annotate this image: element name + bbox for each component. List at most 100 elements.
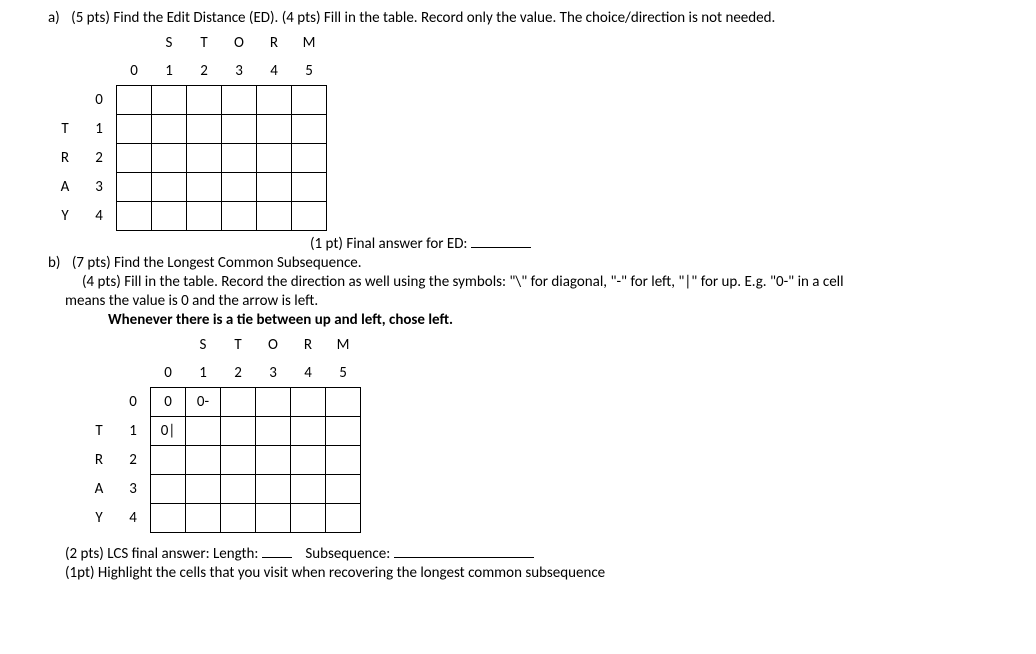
lcs-cell[interactable] xyxy=(326,388,361,417)
lcs-cell[interactable] xyxy=(221,446,256,475)
lcs-cell[interactable]: 0- xyxy=(186,388,221,417)
ed-cell[interactable] xyxy=(117,86,152,115)
lcs-cell[interactable] xyxy=(326,475,361,504)
lcs-col-num: 4 xyxy=(291,359,326,388)
ed-cell[interactable] xyxy=(187,202,222,231)
lcs-col-num: 1 xyxy=(186,359,221,388)
lcs-cell[interactable] xyxy=(151,475,186,504)
ed-cell[interactable] xyxy=(187,173,222,202)
ed-cell[interactable] xyxy=(222,86,257,115)
lcs-row-num: 3 xyxy=(116,475,151,504)
lcs-col-num: 3 xyxy=(256,359,291,388)
lcs-cell[interactable] xyxy=(291,446,326,475)
lcs-cell[interactable] xyxy=(291,388,326,417)
ed-col-num: 4 xyxy=(257,57,292,86)
ed-col-num: 1 xyxy=(152,57,187,86)
lcs-length-blank[interactable] xyxy=(262,542,292,558)
lcs-cell[interactable] xyxy=(186,446,221,475)
ed-cell[interactable] xyxy=(117,173,152,202)
ed-cell[interactable] xyxy=(257,86,292,115)
ed-cell[interactable] xyxy=(292,115,327,144)
lcs-cell[interactable] xyxy=(256,475,291,504)
ed-col-letter: O xyxy=(222,29,257,57)
lcs-cell[interactable] xyxy=(151,504,186,533)
ed-cell[interactable] xyxy=(292,173,327,202)
ed-cell[interactable] xyxy=(117,115,152,144)
ed-cell[interactable] xyxy=(222,202,257,231)
lcs-row-letter: T xyxy=(82,417,116,446)
ed-cell[interactable] xyxy=(292,144,327,173)
ed-row-num: 1 xyxy=(82,115,117,144)
lcs-cell[interactable] xyxy=(151,446,186,475)
ed-cell[interactable] xyxy=(117,202,152,231)
ed-cell[interactable] xyxy=(152,144,187,173)
lcs-subseq-blank[interactable] xyxy=(394,542,534,558)
ed-cell[interactable] xyxy=(292,202,327,231)
ed-row-letter: Y xyxy=(48,202,82,231)
lcs-table: S T O R M 0 1 2 3 4 5 0 0 0- T xyxy=(82,331,361,533)
lcs-cell[interactable] xyxy=(221,504,256,533)
ed-cell[interactable] xyxy=(152,173,187,202)
lcs-col-num: 0 xyxy=(151,359,186,388)
lcs-cell[interactable] xyxy=(186,417,221,446)
ed-cell[interactable] xyxy=(187,144,222,173)
ed-col-num: 2 xyxy=(187,57,222,86)
lcs-col-num: 2 xyxy=(221,359,256,388)
lcs-cell[interactable] xyxy=(186,475,221,504)
part-a-prompt: (5 pts) Find the Edit Distance (ED). (4 … xyxy=(63,9,775,27)
ed-row-letter: A xyxy=(48,173,82,202)
ed-cell[interactable] xyxy=(187,115,222,144)
lcs-cell[interactable] xyxy=(186,504,221,533)
lcs-col-letter: S xyxy=(186,331,221,359)
lcs-cell[interactable] xyxy=(326,417,361,446)
ed-cell[interactable] xyxy=(187,86,222,115)
lcs-cell[interactable] xyxy=(221,388,256,417)
lcs-cell[interactable] xyxy=(326,446,361,475)
ed-cell[interactable] xyxy=(152,202,187,231)
lcs-col-letter: R xyxy=(291,331,326,359)
lcs-cell[interactable] xyxy=(256,417,291,446)
lcs-row-num: 2 xyxy=(116,446,151,475)
part-b-line2b: means the value is 0 and the arrow is le… xyxy=(65,292,318,310)
part-b-line2a: (4 pts) Fill in the table. Record the di… xyxy=(82,273,844,291)
ed-cell[interactable] xyxy=(152,115,187,144)
ed-cell[interactable] xyxy=(222,173,257,202)
lcs-cell[interactable] xyxy=(291,417,326,446)
ed-row-letter: R xyxy=(48,144,82,173)
ed-cell[interactable] xyxy=(222,115,257,144)
lcs-cell[interactable] xyxy=(291,475,326,504)
lcs-col-letter: M xyxy=(326,331,361,359)
lcs-highlight-text: (1pt) Highlight the cells that you visit… xyxy=(65,564,605,582)
ed-row-num: 2 xyxy=(82,144,117,173)
ed-col-letter: S xyxy=(152,29,187,57)
ed-cell[interactable] xyxy=(292,86,327,115)
lcs-cell[interactable]: 0| xyxy=(151,417,186,446)
lcs-cell[interactable] xyxy=(291,504,326,533)
ed-cell[interactable] xyxy=(117,144,152,173)
lcs-row-num: 4 xyxy=(116,504,151,533)
ed-cell[interactable] xyxy=(257,115,292,144)
ed-cell[interactable] xyxy=(152,86,187,115)
lcs-cell[interactable] xyxy=(221,475,256,504)
ed-col-letter: M xyxy=(292,29,327,57)
part-b-prompt: (7 pts) Find the Longest Common Subseque… xyxy=(64,254,362,272)
ed-cell[interactable] xyxy=(257,144,292,173)
ed-table: S T O R M 0 1 2 3 4 5 0 xyxy=(48,29,327,231)
ed-cell[interactable] xyxy=(257,202,292,231)
lcs-cell[interactable]: 0 xyxy=(151,388,186,417)
lcs-cell[interactable] xyxy=(326,504,361,533)
ed-col-num: 3 xyxy=(222,57,257,86)
lcs-cell[interactable] xyxy=(256,388,291,417)
lcs-cell[interactable] xyxy=(256,446,291,475)
ed-cell[interactable] xyxy=(257,173,292,202)
lcs-row-num: 1 xyxy=(116,417,151,446)
lcs-col-letter: T xyxy=(221,331,256,359)
ed-col-num: 5 xyxy=(292,57,327,86)
lcs-cell[interactable] xyxy=(256,504,291,533)
ed-final-blank[interactable] xyxy=(471,232,531,248)
ed-cell[interactable] xyxy=(222,144,257,173)
ed-row-letter: T xyxy=(48,115,82,144)
lcs-cell[interactable] xyxy=(221,417,256,446)
part-b-rule: Whenever there is a tie between up and l… xyxy=(108,311,453,329)
ed-col-letter: R xyxy=(257,29,292,57)
